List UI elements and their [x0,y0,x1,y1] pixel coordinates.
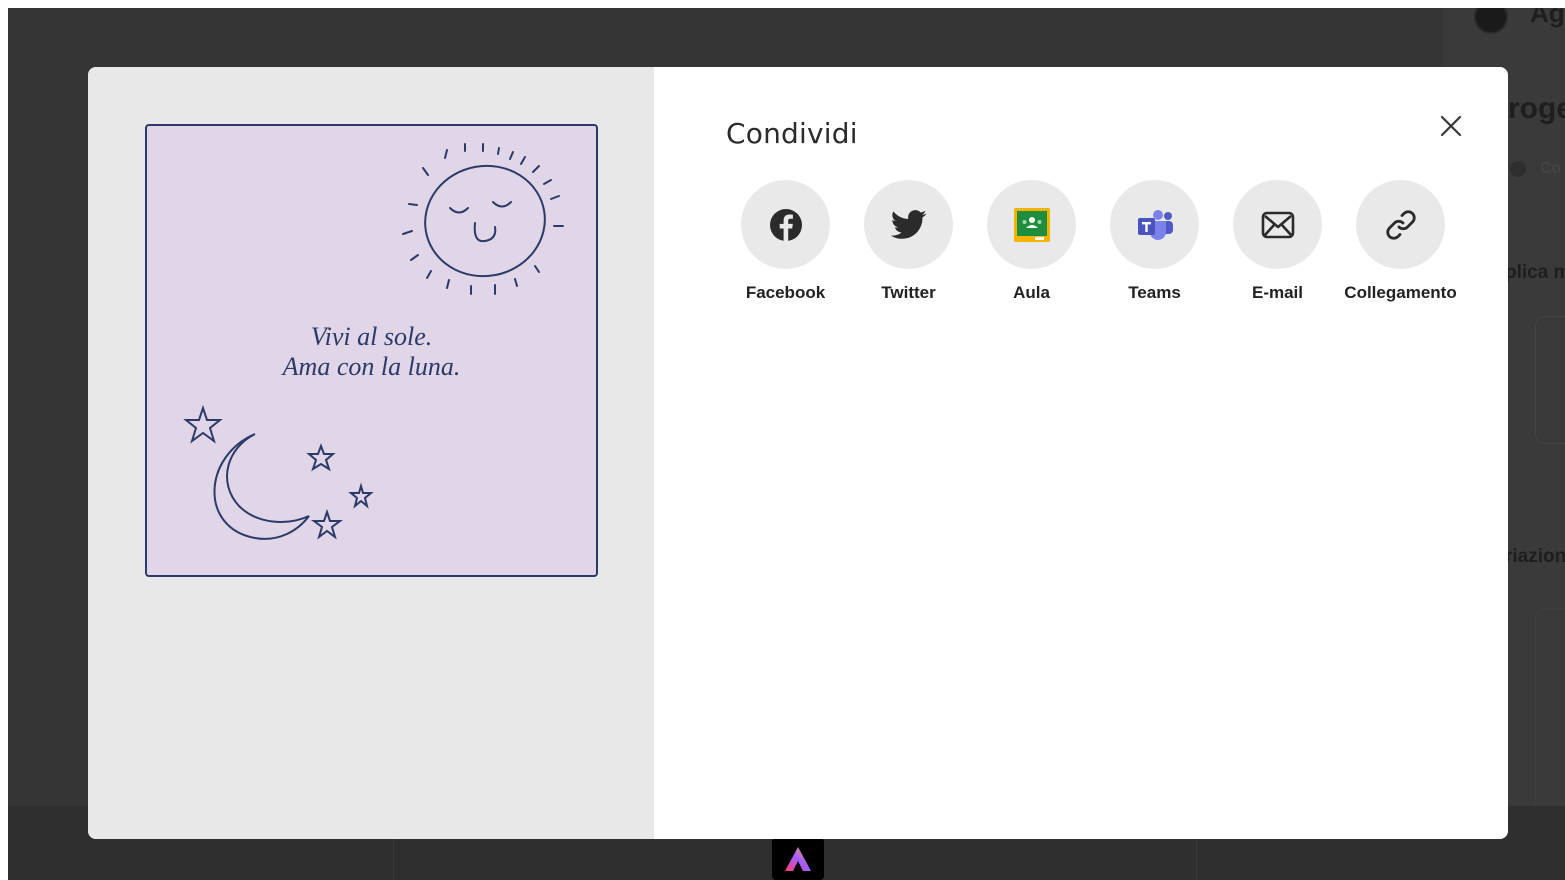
share-email-button[interactable]: E-mail [1216,180,1339,303]
background-toggle [1510,161,1526,177]
preview-pane: Vivi al sole. Ama con la luna. [88,67,654,839]
share-options: Facebook Twitter Aula Teams E-mail Colle… [724,180,1462,303]
background-user-label: Ag [1530,8,1565,28]
share-label: Aula [1013,283,1050,302]
link-icon [1385,209,1416,240]
share-pane: Condividi Facebook Twitter Aula Teams E-… [654,67,1508,839]
close-icon [1440,115,1462,137]
background-text-2: riazion [1505,546,1565,567]
share-icon-circle [987,180,1076,269]
artwork-quote: Vivi al sole. Ama con la luna. [147,322,596,382]
share-dialog: Vivi al sole. Ama con la luna. Condividi… [88,67,1508,839]
share-label: Teams [1128,283,1181,302]
share-facebook-button[interactable]: Facebook [724,180,847,303]
background-card [1535,316,1565,444]
share-classroom-button[interactable]: Aula [970,180,1093,303]
share-label: E-mail [1251,283,1304,302]
share-teams-button[interactable]: Teams [1093,180,1216,303]
facebook-icon [769,208,802,241]
quote-line-2: Ama con la luna. [282,352,461,381]
dialog-title: Condividi [726,117,858,150]
share-icon-circle [864,180,953,269]
share-icon-circle [1233,180,1322,269]
close-button[interactable] [1436,111,1466,141]
share-icon-circle [1110,180,1199,269]
share-icon-circle [741,180,830,269]
email-icon [1261,211,1294,238]
background-text-1: plica m [1505,262,1565,283]
share-twitter-button[interactable]: Twitter [847,180,970,303]
background-heading: roge [1508,92,1565,125]
share-link-button[interactable]: Collegamento [1339,180,1462,303]
share-label: Twitter [881,283,936,302]
background-toggle-label: Co [1540,160,1562,177]
share-label: Facebook [745,283,826,302]
microsoft-teams-icon [1137,209,1173,240]
share-icon-circle [1356,180,1445,269]
background-card [1535,608,1565,830]
twitter-icon [890,209,926,239]
quote-line-1: Vivi al sole. [310,322,433,351]
share-label: Collegamento [1344,283,1457,302]
adobe-express-logo [772,838,824,880]
google-classroom-icon [1013,207,1050,242]
artwork-preview: Vivi al sole. Ama con la luna. [145,124,598,577]
